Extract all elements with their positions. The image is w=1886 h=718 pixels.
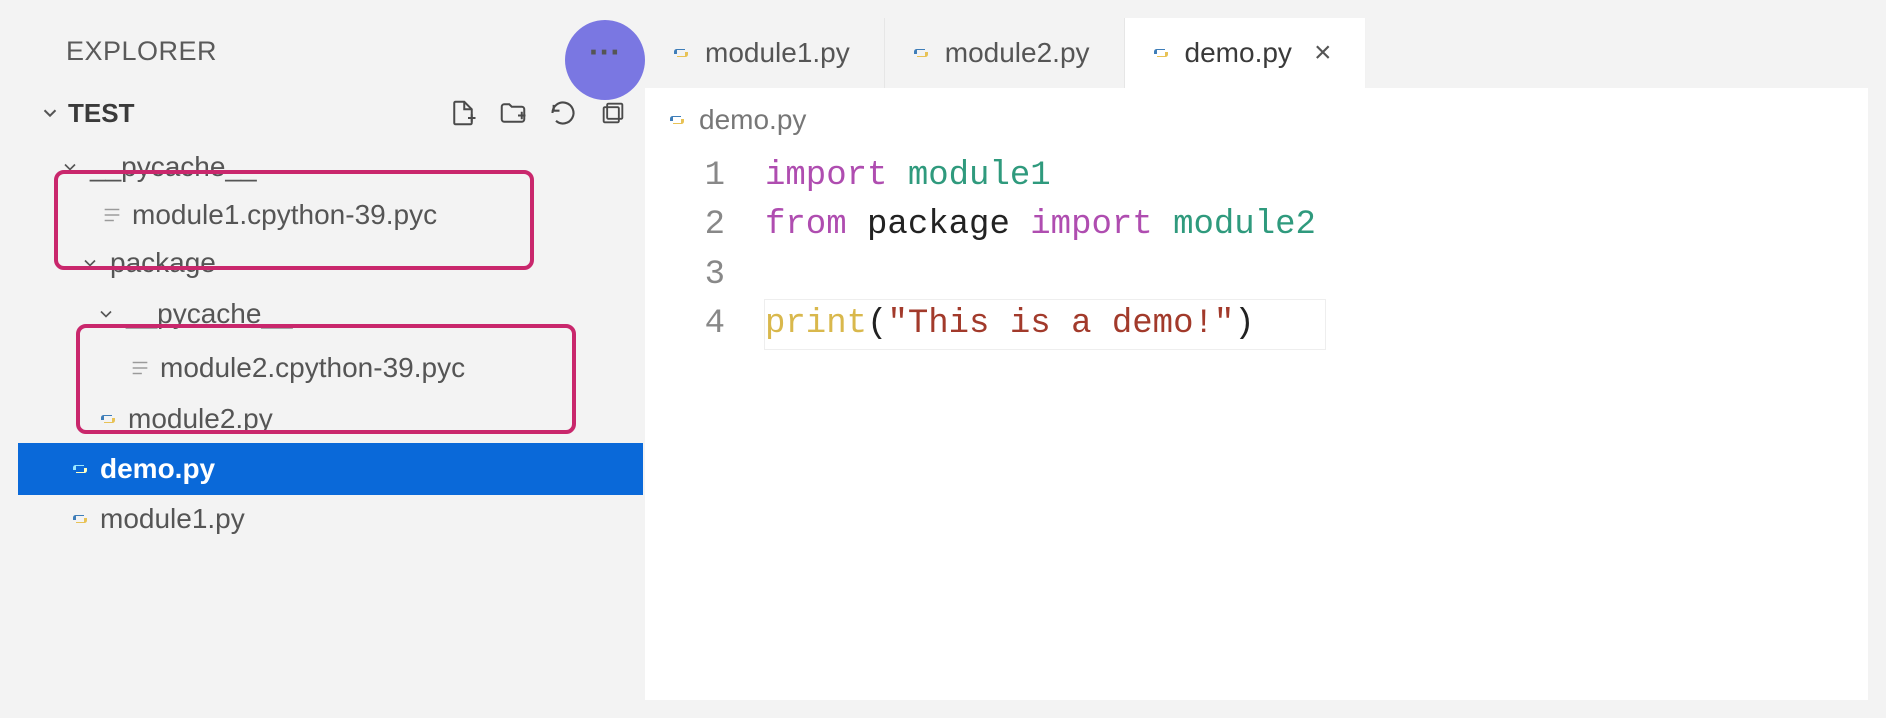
tree-folder-pycache-nested[interactable]: __pycache__ xyxy=(18,287,643,341)
more-actions-bubble[interactable]: ··· xyxy=(565,20,645,100)
python-file-icon xyxy=(1149,41,1173,65)
python-file-icon xyxy=(669,41,693,65)
breadcrumb[interactable]: demo.py xyxy=(645,88,1868,148)
code-content xyxy=(765,251,785,300)
code-line[interactable]: 4print("This is a demo!") xyxy=(645,300,1868,349)
ellipsis-icon: ··· xyxy=(589,34,621,71)
tree-label: __pycache__ xyxy=(90,151,257,183)
file-tree: __pycache__ module1.cpython-39.pyc packa… xyxy=(18,139,643,543)
line-number: 1 xyxy=(645,152,765,201)
line-number: 3 xyxy=(645,251,765,300)
python-file-icon xyxy=(66,455,94,483)
chevron-down-icon xyxy=(36,99,64,127)
tree-label: module1.cpython-39.pyc xyxy=(132,199,437,231)
editor-area: module1.py module2.py demo.py × demo.py xyxy=(645,18,1868,700)
code-editor[interactable]: 1import module12from package import modu… xyxy=(645,148,1868,349)
code-content: from package import module2 xyxy=(765,201,1316,250)
tree-file-module1-py[interactable]: module1.py xyxy=(18,495,643,543)
python-file-icon xyxy=(66,505,94,533)
text-file-icon xyxy=(126,354,154,382)
explorer-root-toggle[interactable]: TEST xyxy=(36,98,134,129)
tree-label: module1.py xyxy=(100,503,245,535)
chevron-down-icon xyxy=(92,300,120,328)
tab-label: demo.py xyxy=(1185,37,1292,69)
tree-label: module2.cpython-39.pyc xyxy=(160,352,465,384)
new-file-icon[interactable] xyxy=(445,95,481,131)
tab-module1[interactable]: module1.py xyxy=(645,18,885,88)
code-line[interactable]: 1import module1 xyxy=(645,152,1868,201)
line-number: 4 xyxy=(645,300,765,349)
python-file-icon xyxy=(665,108,689,132)
tab-module2[interactable]: module2.py xyxy=(885,18,1125,88)
tab-label: module1.py xyxy=(705,37,850,69)
collapse-all-icon[interactable] xyxy=(595,95,631,131)
code-content: import module1 xyxy=(765,152,1051,201)
tree-label: package xyxy=(110,247,216,279)
explorer-root-label: TEST xyxy=(68,98,134,129)
python-file-icon xyxy=(94,405,122,433)
tree-file-module2-py[interactable]: module2.py xyxy=(18,395,643,443)
line-number: 2 xyxy=(645,201,765,250)
python-file-icon xyxy=(909,41,933,65)
tree-folder-package[interactable]: package xyxy=(18,239,643,287)
code-line[interactable]: 2from package import module2 xyxy=(645,201,1868,250)
new-folder-icon[interactable] xyxy=(495,95,531,131)
tree-label: module2.py xyxy=(128,403,273,435)
tab-label: module2.py xyxy=(945,37,1090,69)
tree-folder-pycache[interactable]: __pycache__ xyxy=(18,143,643,191)
code-content: print("This is a demo!") xyxy=(765,300,1325,349)
code-line[interactable]: 3 xyxy=(645,251,1868,300)
tree-label: demo.py xyxy=(100,453,215,485)
close-icon[interactable]: × xyxy=(1314,36,1332,70)
refresh-icon[interactable] xyxy=(545,95,581,131)
tree-file-demo-py[interactable]: demo.py xyxy=(18,443,643,495)
tab-demo[interactable]: demo.py × xyxy=(1125,18,1367,88)
chevron-down-icon xyxy=(56,153,84,181)
text-file-icon xyxy=(98,201,126,229)
tree-label: __pycache__ xyxy=(126,298,293,330)
explorer-root-row: TEST xyxy=(18,95,643,139)
tree-file-module1-pyc[interactable]: module1.cpython-39.pyc xyxy=(18,191,643,239)
explorer-heading: EXPLORER xyxy=(18,18,643,95)
editor-tabbar: module1.py module2.py demo.py × xyxy=(645,18,1868,88)
vscode-window: EXPLORER TEST xyxy=(0,0,1886,718)
tree-file-module2-pyc[interactable]: module2.cpython-39.pyc xyxy=(18,341,643,395)
chevron-down-icon xyxy=(76,249,104,277)
breadcrumb-label: demo.py xyxy=(699,104,806,136)
explorer-sidebar: EXPLORER TEST xyxy=(18,18,643,700)
explorer-actions xyxy=(445,95,631,131)
